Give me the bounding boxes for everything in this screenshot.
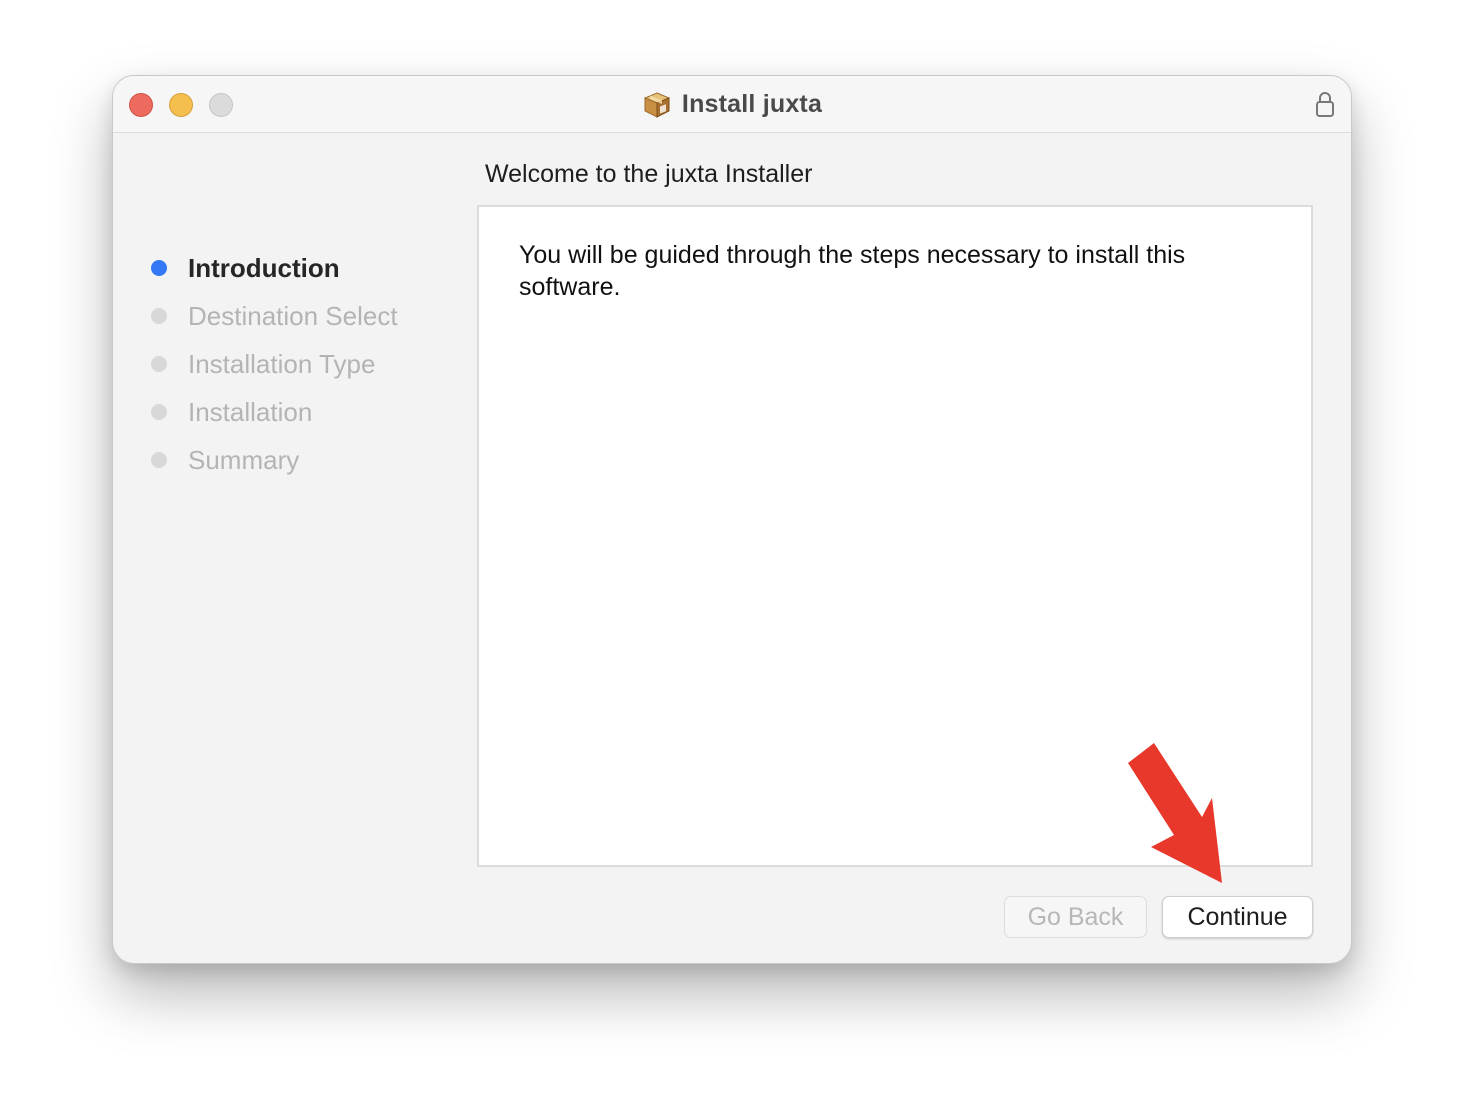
annotation-arrow-icon bbox=[1128, 743, 1222, 883]
intro-text: You will be guided through the steps nec… bbox=[519, 241, 1186, 301]
step-installation: Installation bbox=[151, 388, 398, 436]
continue-button[interactable]: Continue bbox=[1162, 896, 1313, 938]
step-label: Installation Type bbox=[188, 348, 376, 379]
step-label: Installation bbox=[188, 396, 313, 427]
step-indicator-dot bbox=[151, 308, 167, 324]
step-installation-type: Installation Type bbox=[151, 340, 398, 388]
step-indicator-dot bbox=[151, 356, 167, 372]
package-icon bbox=[643, 91, 671, 118]
step-indicator-dot bbox=[151, 404, 167, 420]
screen: Install juxta Welcome to the juxta Insta… bbox=[0, 0, 1464, 1112]
step-label: Destination Select bbox=[188, 300, 398, 331]
window-title-group: Install juxta bbox=[113, 76, 1351, 133]
window-title: Install juxta bbox=[681, 90, 823, 118]
step-summary: Summary bbox=[151, 436, 398, 484]
step-destination-select: Destination Select bbox=[151, 292, 398, 340]
step-indicator-dot bbox=[151, 452, 167, 468]
step-indicator-dot bbox=[151, 260, 167, 276]
step-label: Introduction bbox=[188, 252, 340, 283]
title-bar: Install juxta bbox=[113, 76, 1351, 133]
go-back-button[interactable]: Go Back bbox=[1004, 896, 1147, 938]
steps-sidebar: Introduction Destination Select Installa… bbox=[151, 244, 398, 484]
page-heading: Welcome to the juxta Installer bbox=[485, 160, 813, 188]
step-introduction: Introduction bbox=[151, 244, 398, 292]
step-label: Summary bbox=[188, 444, 300, 475]
lock-icon[interactable] bbox=[1315, 90, 1335, 118]
